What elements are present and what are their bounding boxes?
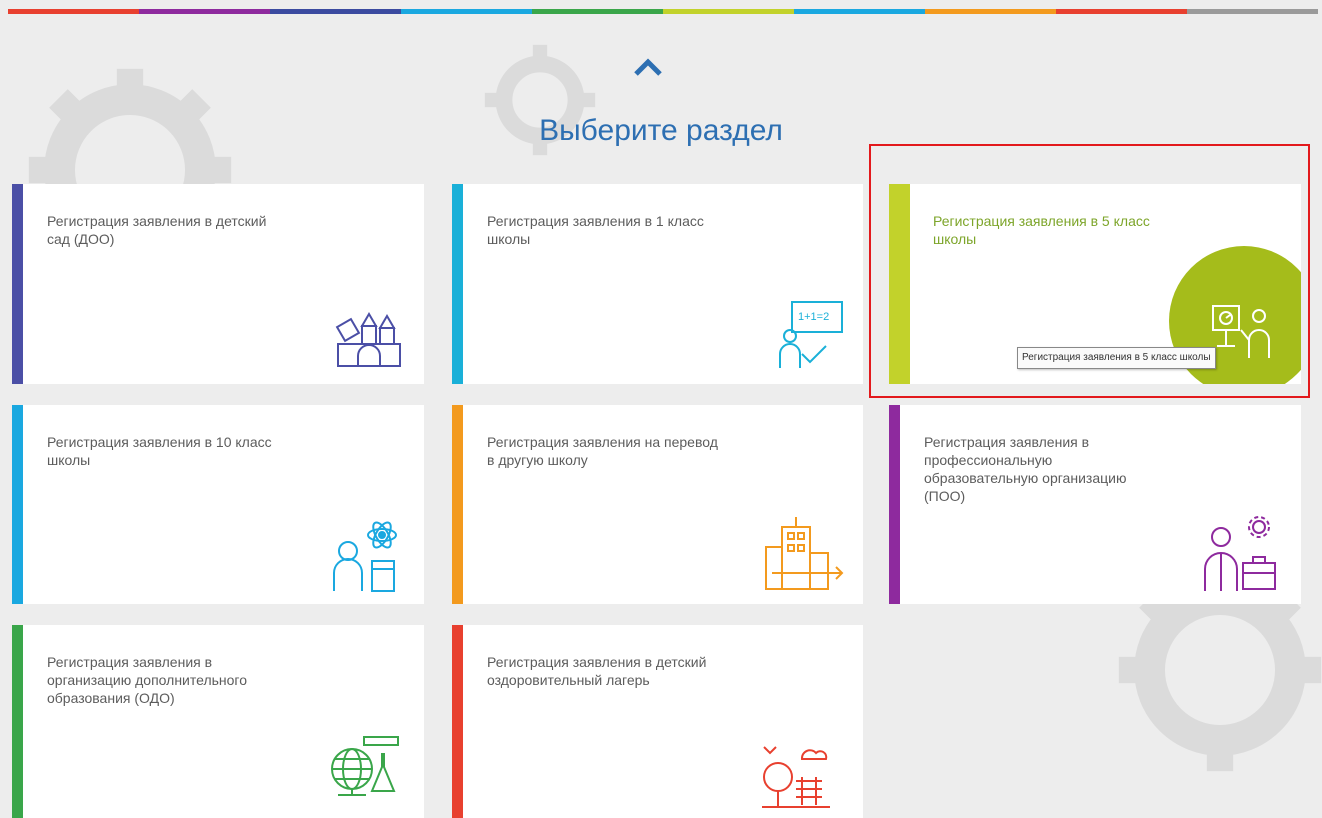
card-label: Регистрация заявления в детский оздорови… bbox=[487, 654, 707, 688]
card-label: Регистрация заявления на перевод в другу… bbox=[487, 434, 718, 468]
card-accent bbox=[452, 405, 463, 604]
camp-tree-icon bbox=[762, 746, 830, 808]
stripe-segment bbox=[794, 9, 925, 14]
card-accent bbox=[12, 405, 23, 604]
section-card-additional-education[interactable]: Регистрация заявления в организацию допо… bbox=[12, 625, 424, 818]
professional-worker-icon bbox=[1204, 516, 1276, 591]
chevron-up-icon[interactable] bbox=[632, 56, 664, 78]
section-card-grade-1[interactable]: Регистрация заявления в 1 класс школы 1+… bbox=[452, 184, 863, 384]
card-label: Регистрация заявления в 10 класс школы bbox=[47, 434, 272, 468]
card-label: Регистрация заявления в 1 класс школы bbox=[487, 213, 704, 247]
card-label: Регистрация заявления в детский сад (ДОО… bbox=[47, 213, 267, 247]
stripe-segment bbox=[1056, 9, 1187, 14]
card-accent bbox=[889, 184, 910, 384]
globe-lab-icon bbox=[331, 736, 399, 796]
card-accent bbox=[12, 625, 23, 818]
card-accent bbox=[452, 184, 463, 384]
section-card-health-camp[interactable]: Регистрация заявления в детский оздорови… bbox=[452, 625, 863, 818]
section-card-school-transfer[interactable]: Регистрация заявления на перевод в другу… bbox=[452, 405, 863, 604]
stripe-segment bbox=[663, 9, 794, 14]
section-card-grade-10[interactable]: Регистрация заявления в 10 класс школы bbox=[12, 405, 424, 604]
card-label: Регистрация заявления в 5 класс школы bbox=[933, 213, 1150, 247]
section-card-kindergarten[interactable]: Регистрация заявления в детский сад (ДОО… bbox=[12, 184, 424, 384]
teacher-board-icon: 1+1=2 bbox=[779, 301, 843, 368]
stripe-segment bbox=[139, 9, 270, 14]
stripe-segment bbox=[270, 9, 401, 14]
card-accent bbox=[452, 625, 463, 818]
card-accent bbox=[889, 405, 900, 604]
svg-text:1+1=2: 1+1=2 bbox=[798, 311, 829, 323]
page-title: Выберите раздел bbox=[539, 114, 783, 147]
color-stripe bbox=[8, 9, 1318, 14]
school-transfer-icon bbox=[765, 517, 844, 590]
stripe-segment bbox=[401, 9, 532, 14]
teacher-presentation-icon bbox=[1212, 305, 1270, 358]
stripe-segment bbox=[1187, 9, 1318, 14]
tooltip: Регистрация заявления в 5 класс школы bbox=[1017, 347, 1216, 369]
stripe-segment bbox=[8, 9, 139, 14]
card-label: Регистрация заявления в организацию допо… bbox=[47, 654, 248, 706]
student-atom-icon bbox=[333, 521, 397, 592]
card-label: Регистрация заявления в профессиональную… bbox=[924, 434, 1127, 504]
section-card-professional-org[interactable]: Регистрация заявления в профессиональную… bbox=[889, 405, 1301, 604]
stripe-segment bbox=[925, 9, 1056, 14]
building-blocks-icon bbox=[335, 312, 401, 367]
card-accent bbox=[12, 184, 23, 384]
stripe-segment bbox=[532, 9, 663, 14]
